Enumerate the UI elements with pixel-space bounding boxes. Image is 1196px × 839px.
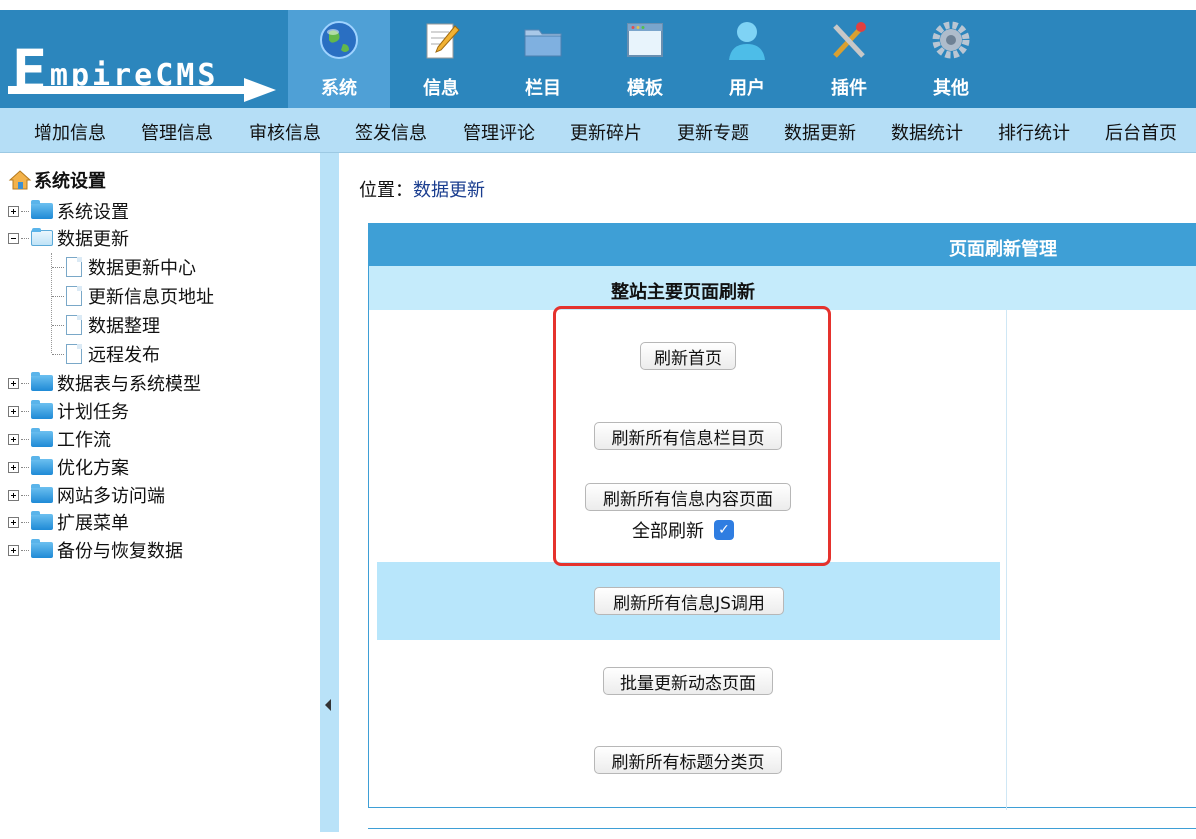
gear-icon	[932, 21, 970, 59]
expand-plus-icon[interactable]	[8, 516, 19, 528]
sidebar-item-optimization[interactable]: 优化方案	[8, 454, 129, 480]
sidebar-item-remote-publish[interactable]: 远程发布	[52, 341, 160, 367]
document-icon	[66, 257, 82, 277]
sidebar-item-update-info-url[interactable]: 更新信息页地址	[52, 283, 214, 309]
folder-icon	[31, 372, 53, 391]
refresh-title-class-button[interactable]: 刷新所有标题分类页	[594, 746, 782, 774]
folder-icon	[31, 511, 53, 530]
tools-icon	[833, 22, 866, 58]
subnav-rank-stats[interactable]: 排行统计	[998, 119, 1070, 145]
collapse-minus-icon[interactable]	[8, 232, 19, 244]
sidebar-item-workflow[interactable]: 工作流	[8, 426, 111, 452]
batch-dynamic-button[interactable]: 批量更新动态页面	[603, 667, 773, 695]
user-icon	[729, 22, 765, 60]
main-nav-tabs: 系统 信息 栏目 模板 用户 插件 其他	[288, 10, 1002, 108]
expand-plus-icon[interactable]	[8, 461, 19, 473]
subnav-admin-home[interactable]: 后台首页	[1105, 119, 1177, 145]
expand-plus-icon[interactable]	[8, 405, 19, 417]
sidebar-item-data-update-center[interactable]: 数据更新中心	[52, 254, 196, 280]
folder-icon	[31, 200, 53, 219]
folder-open-icon	[31, 228, 53, 246]
globe-icon	[320, 21, 358, 59]
folder-icon	[31, 484, 53, 503]
notepad-pencil-icon	[426, 23, 460, 59]
subnav-add-info[interactable]: 增加信息	[34, 119, 106, 145]
expand-plus-icon[interactable]	[8, 433, 19, 445]
subnav-update-fragments[interactable]: 更新碎片	[570, 119, 642, 145]
refresh-js-button[interactable]: 刷新所有信息JS调用	[594, 587, 784, 615]
empirecms-logo[interactable]: EmpireCMS	[8, 24, 278, 104]
window-icon	[627, 23, 663, 57]
highlight-box	[553, 306, 831, 566]
next-panel-edge	[368, 828, 1196, 839]
tab-system[interactable]: 系统	[288, 10, 390, 108]
tab-column[interactable]: 栏目	[492, 10, 594, 108]
folder-icon	[31, 456, 53, 475]
tab-user[interactable]: 用户	[696, 10, 798, 108]
sidebar-item-extension-menu[interactable]: 扩展菜单	[8, 509, 129, 535]
tab-template[interactable]: 模板	[594, 10, 696, 108]
sub-nav-bar: 增加信息 管理信息 审核信息 签发信息 管理评论 更新碎片 更新专题 数据更新 …	[0, 108, 1196, 153]
tab-other[interactable]: 其他	[900, 10, 1002, 108]
sidebar-splitter[interactable]	[320, 153, 339, 832]
subnav-review-info[interactable]: 审核信息	[249, 119, 321, 145]
expand-plus-icon[interactable]	[8, 377, 19, 389]
collapse-arrow-icon[interactable]	[325, 699, 331, 711]
subnav-sign-info[interactable]: 签发信息	[355, 119, 427, 145]
document-icon	[66, 315, 82, 335]
tab-info[interactable]: 信息	[390, 10, 492, 108]
tree-root[interactable]: 系统设置	[8, 167, 106, 193]
folder-icon	[524, 29, 562, 57]
panel-header: 页面刷新管理	[369, 224, 1196, 266]
sidebar-item-system-settings[interactable]: 系统设置	[8, 198, 129, 224]
subnav-data-update[interactable]: 数据更新	[784, 119, 856, 145]
subnav-data-stats[interactable]: 数据统计	[891, 119, 963, 145]
sidebar-item-multi-access[interactable]: 网站多访问端	[8, 482, 165, 508]
sidebar-item-tables-models[interactable]: 数据表与系统模型	[8, 370, 201, 396]
subnav-update-topics[interactable]: 更新专题	[677, 119, 749, 145]
tab-plugin[interactable]: 插件	[798, 10, 900, 108]
expand-plus-icon[interactable]	[8, 205, 19, 217]
breadcrumb: 位置：数据更新	[359, 180, 485, 201]
logo-arrow-icon	[8, 78, 276, 102]
expand-plus-icon[interactable]	[8, 489, 19, 501]
section-header: 整站主要页面刷新	[369, 266, 1196, 310]
home-icon	[8, 170, 32, 190]
document-icon	[66, 344, 82, 364]
expand-plus-icon[interactable]	[8, 544, 19, 556]
sidebar-item-data-cleanup[interactable]: 数据整理	[52, 312, 160, 338]
folder-icon	[31, 539, 53, 558]
sidebar-item-scheduled-tasks[interactable]: 计划任务	[8, 398, 129, 424]
sidebar-tree: 系统设置 系统设置 数据更新 数据更新中心 更新信息页地址 数据整理 远程发布	[0, 153, 320, 832]
sidebar-item-backup-restore[interactable]: 备份与恢复数据	[8, 537, 183, 563]
breadcrumb-link-data-update[interactable]: 数据更新	[413, 180, 485, 201]
folder-icon	[31, 428, 53, 447]
subnav-manage-comments[interactable]: 管理评论	[463, 119, 535, 145]
document-icon	[66, 286, 82, 306]
folder-icon	[31, 400, 53, 419]
subnav-manage-info[interactable]: 管理信息	[141, 119, 213, 145]
top-band	[0, 0, 1196, 10]
sidebar-item-data-update[interactable]: 数据更新	[8, 225, 129, 251]
